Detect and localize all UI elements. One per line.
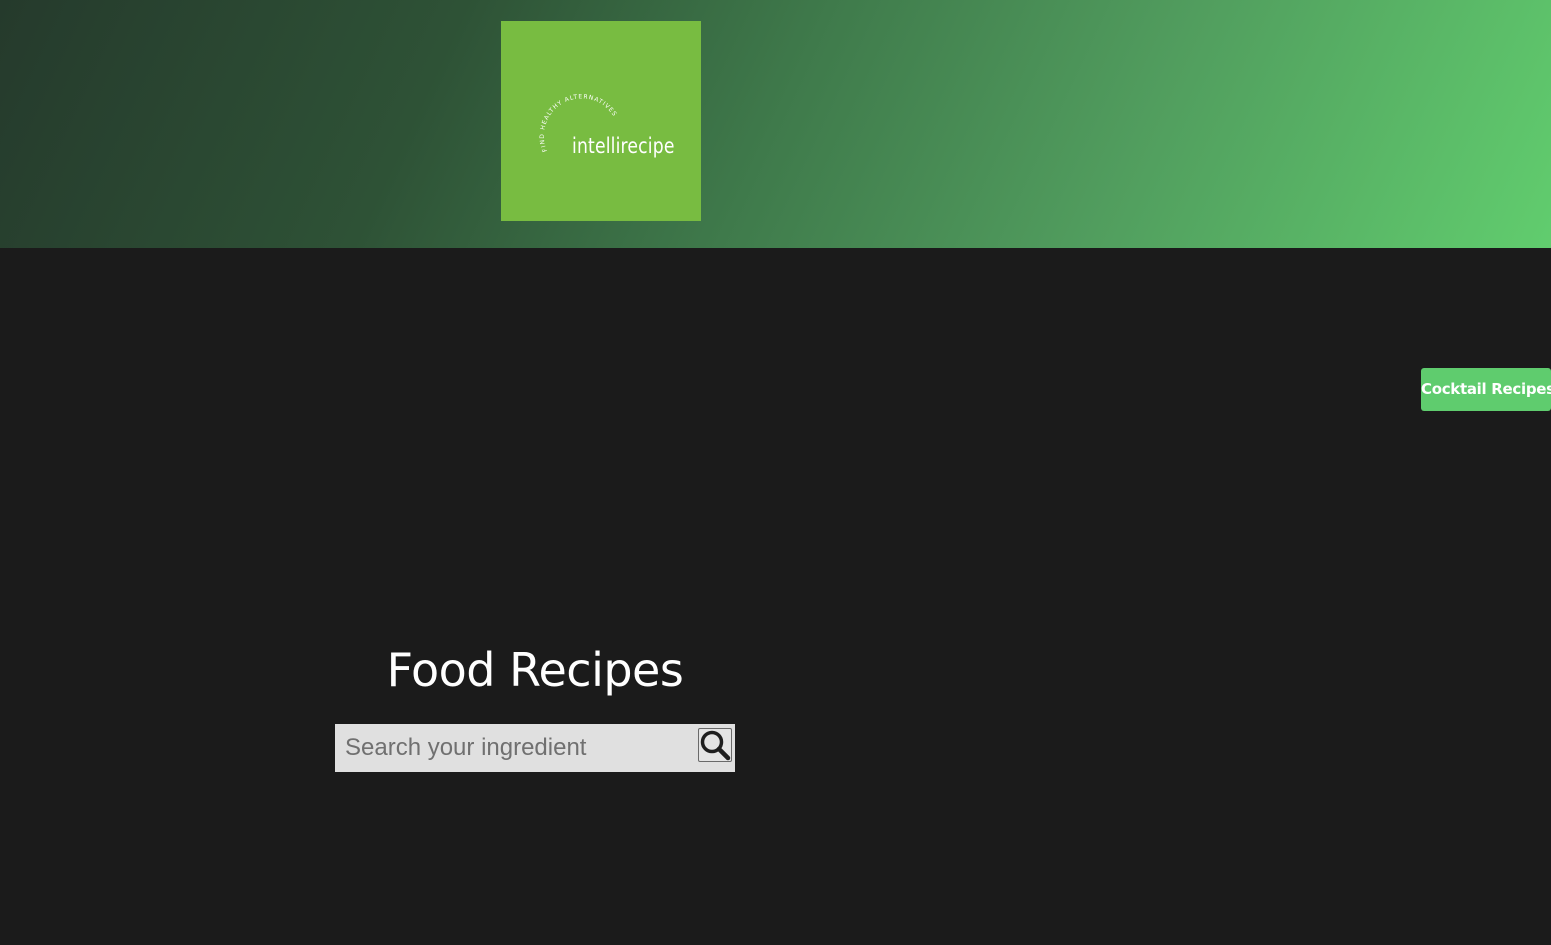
- search-icon: [700, 730, 731, 761]
- search-button[interactable]: [698, 728, 732, 762]
- page-title: Food Recipes: [386, 643, 684, 697]
- site-header: FIND HEALTHY ALTERNATIVES intellirecipe: [0, 0, 1551, 248]
- search-box: [335, 724, 735, 772]
- intellirecipe-logo[interactable]: FIND HEALTHY ALTERNATIVES intellirecipe: [501, 21, 701, 221]
- cocktail-recipes-button[interactable]: Cocktail Recipes: [1421, 368, 1551, 411]
- search-input[interactable]: [335, 724, 690, 772]
- logo-wordmark: intellirecipe: [572, 134, 675, 158]
- logo-tagline-arc: FIND HEALTHY ALTERNATIVES: [539, 93, 617, 152]
